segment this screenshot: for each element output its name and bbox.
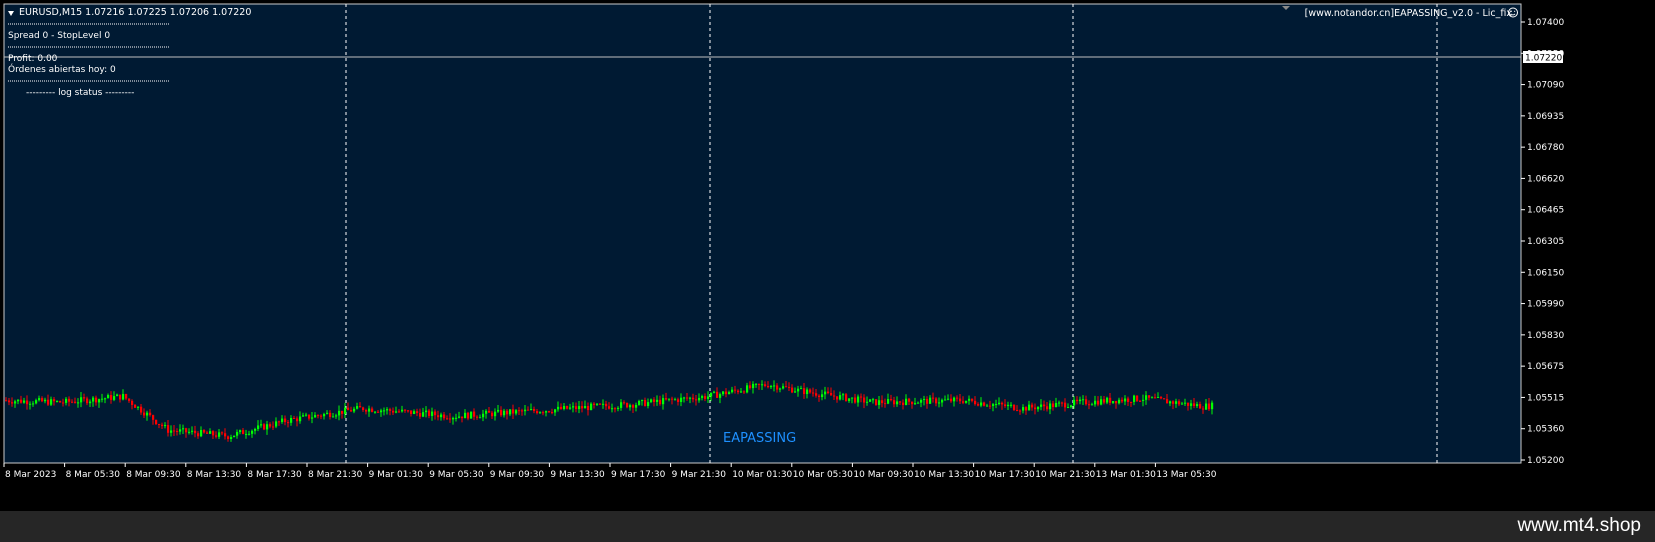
price-label: 1.06780 bbox=[1527, 143, 1564, 153]
price-label: 1.07090 bbox=[1527, 81, 1564, 91]
time-label: 8 Mar 09:30 bbox=[126, 470, 181, 480]
current-price-label: 1.07220 bbox=[1525, 54, 1562, 64]
time-label: 9 Mar 05:30 bbox=[429, 470, 484, 480]
bull-candle bbox=[869, 399, 872, 402]
symbol-header: EURUSD,M15 1.07216 1.07225 1.07206 1.072… bbox=[19, 7, 251, 18]
price-label: 1.06305 bbox=[1527, 237, 1564, 247]
price-label: 1.06465 bbox=[1527, 206, 1564, 216]
time-label: 9 Mar 13:30 bbox=[550, 470, 605, 480]
price-label: 1.05200 bbox=[1527, 456, 1564, 466]
time-label: 9 Mar 09:30 bbox=[490, 470, 545, 480]
log-status-text: --------- log status --------- bbox=[26, 88, 134, 98]
time-label: 8 Mar 21:30 bbox=[308, 470, 363, 480]
plot-area[interactable] bbox=[3, 3, 1522, 464]
ea-watermark: EAPASSING bbox=[723, 431, 796, 446]
price-label: 1.06935 bbox=[1527, 112, 1564, 122]
time-label: 13 Mar 05:30 bbox=[1156, 470, 1216, 480]
time-label: 10 Mar 05:30 bbox=[793, 470, 853, 480]
price-label: 1.05360 bbox=[1527, 425, 1564, 435]
orders-text: Órdenes abiertas hoy: 0 bbox=[8, 63, 116, 75]
price-label: 1.07400 bbox=[1527, 18, 1564, 28]
bear-candle bbox=[875, 399, 878, 406]
price-chart[interactable]: EURUSD,M15 1.07216 1.07225 1.07206 1.072… bbox=[0, 0, 1655, 511]
chart-window[interactable]: EURUSD,M15 1.07216 1.07225 1.07206 1.072… bbox=[0, 0, 1655, 511]
price-label: 1.05515 bbox=[1527, 393, 1564, 403]
time-label: 8 Mar 05:30 bbox=[66, 470, 121, 480]
time-label: 8 Mar 17:30 bbox=[247, 470, 302, 480]
price-label: 1.05830 bbox=[1527, 331, 1564, 341]
time-label: 10 Mar 17:30 bbox=[975, 470, 1035, 480]
ea-info: [www.notandor.cn]EAPASSING_v2.0 - Lic_fi… bbox=[1305, 8, 1513, 19]
spread-text: Spread 0 - StopLevel 0 bbox=[8, 31, 110, 41]
bear-candle bbox=[845, 393, 848, 402]
time-label: 10 Mar 21:30 bbox=[1035, 470, 1095, 480]
site-watermark: www.mt4.shop bbox=[1517, 515, 1641, 536]
price-label: 1.05990 bbox=[1527, 300, 1564, 310]
current-price-tag: 1.07220 bbox=[1523, 51, 1563, 64]
time-label: 13 Mar 01:30 bbox=[1096, 470, 1156, 480]
price-label: 1.06620 bbox=[1527, 174, 1564, 184]
price-axis[interactable]: 1.074001.072501.070901.069351.067801.066… bbox=[1521, 18, 1564, 466]
time-label: 10 Mar 01:30 bbox=[732, 470, 792, 480]
time-label: 9 Mar 01:30 bbox=[369, 470, 424, 480]
time-label: 8 Mar 2023 bbox=[5, 470, 56, 480]
price-label: 1.06150 bbox=[1527, 268, 1564, 278]
time-label: 10 Mar 13:30 bbox=[914, 470, 974, 480]
time-label: 10 Mar 09:30 bbox=[853, 470, 913, 480]
profit-text: Profit: 0.00 bbox=[8, 54, 58, 64]
bear-candle bbox=[1013, 404, 1016, 412]
footer-bar: www.mt4.shop bbox=[0, 511, 1655, 542]
time-label: 9 Mar 21:30 bbox=[672, 470, 727, 480]
bull-candle bbox=[470, 411, 473, 419]
time-label: 8 Mar 13:30 bbox=[187, 470, 242, 480]
price-label: 1.05675 bbox=[1527, 362, 1564, 372]
time-label: 9 Mar 17:30 bbox=[611, 470, 666, 480]
time-axis[interactable]: 8 Mar 2023 8 Mar 05:30 8 Mar 09:30 8 Mar 13… bbox=[3, 463, 1217, 480]
